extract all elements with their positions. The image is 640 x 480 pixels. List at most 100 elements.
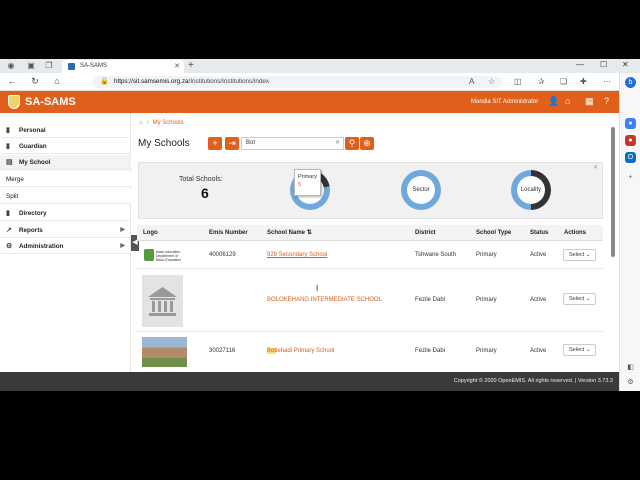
add-button[interactable]: + [208,137,222,150]
breadcrumb-home-icon[interactable]: ⌂ [139,120,143,126]
search-input[interactable]: Bot ✕ [241,137,344,150]
scrollbar-thumb[interactable] [611,127,615,257]
outlook-icon[interactable]: O [625,152,636,163]
school-type: Primary [476,252,497,258]
table-row: BOLOKEHANG INTERMEDIATE SCHOOL Fezile Da… [137,270,603,332]
user-icon[interactable]: 👤 [548,96,559,107]
emis-number: 30027116 [209,348,236,354]
add-sidebar-icon[interactable]: + [625,172,636,183]
tooltip-label: Primary [298,174,317,180]
nav-merge-label: Merge [6,176,24,183]
building-icon [148,287,177,316]
sector-donut-label: Sector [407,176,435,204]
user-name[interactable]: Mandla SIT Administrator [471,98,538,106]
search-button[interactable]: ⚲ [345,137,359,150]
more-menu-icon[interactable]: ⋯ [603,77,611,86]
sector-donut-chart[interactable]: Sector [401,170,441,210]
search-value: Bot [246,140,256,146]
home-icon[interactable]: ⌂ [51,76,63,86]
status: Active [530,252,547,258]
split-screen-icon[interactable]: ◫ [514,77,522,86]
apps-grid-icon[interactable]: ▦ [585,96,594,107]
mouse-cursor-icon: I [316,284,319,293]
col-school-name[interactable]: School Name ⇅ [267,225,312,241]
tooltip-value: 5 [298,182,302,188]
zoom-search-icon: ⊕ [363,138,371,148]
col-district[interactable]: District [415,225,436,241]
col-school-type[interactable]: School Type [476,225,511,241]
collections-icon[interactable]: ❏ [560,77,567,86]
copilot-icon[interactable]: b [625,77,636,88]
status: Active [530,297,547,303]
favorite-star-icon[interactable]: ☆ [488,77,495,86]
advanced-search-button[interactable]: ⊕ [360,137,374,150]
nav-guardian[interactable]: ▮ Guardian [0,139,131,154]
workspaces-icon[interactable]: ▣ [26,61,36,71]
chevron-right-icon: ▶ [120,227,125,233]
book-icon: ▮ [6,210,10,217]
school-placeholder-logo [142,275,183,327]
nav-directory[interactable]: ▮ Directory [0,206,131,221]
school-name-link[interactable]: Botlehadi Primary School [267,348,334,354]
new-tab-icon[interactable]: + [188,60,194,72]
maximize-icon[interactable]: ☐ [600,60,607,69]
main-content: ⌂ › My Schools My Schools + ⇥ Bot ✕ ⚲ ⊕ ✕ … [137,113,609,377]
page-scrollbar[interactable] [610,121,616,371]
school-name-link[interactable]: BOLOKEHANG INTERMEDIATE SCHOOL [267,297,382,303]
help-icon[interactable]: ? [604,96,609,107]
col-emis[interactable]: Emis Number [209,225,248,241]
col-school-name-label: School Name [267,230,306,236]
app-header: SA-SAMS Mandla SIT Administrator 👤 ⌂ ▦ ? [0,91,619,113]
total-schools-label: Total Schools: [179,176,223,183]
back-icon[interactable]: ← [6,76,18,86]
school-type: Primary [476,348,497,354]
home-nav-icon[interactable]: ⌂ [565,96,570,107]
school-name-link[interactable]: 929 Secondary School [267,252,327,258]
close-window-icon[interactable]: ✕ [622,60,629,69]
sort-icon: ⇅ [306,230,312,236]
select-action-dropdown[interactable]: Select ⌄ [563,249,596,261]
sidebar-toggle-icon[interactable]: ◧ [625,362,636,373]
tools-icon[interactable]: ● [625,135,636,146]
chevron-down-icon: ⌄ [585,252,591,258]
nav-personal[interactable]: ▮ Personal [0,123,131,138]
profile-icon[interactable]: ◉ [6,61,16,71]
school-type: Primary [476,297,497,303]
col-status[interactable]: Status [530,225,548,241]
page-title: My Schools [138,138,190,149]
favorites-icon[interactable]: ✰ [538,77,545,86]
nav-guardian-label: Guardian [19,143,47,150]
nav-administration[interactable]: ⚙ Administration ▶ [0,239,131,254]
settings-gear-icon[interactable]: ⚙ [625,377,636,388]
browser-tab[interactable]: SA-SAMS ✕ [62,60,184,73]
minimize-icon[interactable]: — [576,60,584,69]
url-host: https://sit.samsemis.org.za [114,78,189,85]
extensions-icon[interactable]: ✚ [580,77,587,86]
import-button[interactable]: ⇥ [225,137,239,150]
nav-split[interactable]: Split [0,189,131,204]
nav-merge[interactable]: Merge [0,172,131,187]
app-name: SA-SAMS [25,96,76,108]
breadcrumb-current[interactable]: My Schools [153,120,184,126]
chart-tooltip: Primary 5 [294,169,321,196]
search-sidebar-icon[interactable]: ● [625,118,636,129]
locality-donut-chart[interactable]: Locality [511,170,551,210]
search-highlight: Bot [267,348,277,354]
address-bar-row: ← ↻ ⌂ 🔒 https://sit.samsemis.org.za/Inst… [0,73,640,91]
nav-my-school[interactable]: ▤ My School [0,155,131,170]
school-name-rest: lehadi Primary School [276,348,335,354]
select-action-dropdown[interactable]: Select ⌄ [563,344,596,356]
close-stats-icon[interactable]: ✕ [593,164,598,171]
clear-search-icon[interactable]: ✕ [335,138,340,149]
col-logo: Logo [143,230,158,236]
nav-reports[interactable]: ↗ Reports ▶ [0,223,131,238]
nav-personal-label: Personal [19,127,46,134]
tab-actions-icon[interactable]: ❐ [44,61,54,71]
read-aloud-icon[interactable]: A [469,77,474,86]
import-icon: ⇥ [228,138,236,148]
edge-sidebar: b ● ● O + ◧ ⚙ [619,73,640,391]
address-input[interactable]: 🔒 https://sit.samsemis.org.za/Institutio… [92,76,502,88]
close-tab-icon[interactable]: ✕ [174,60,180,73]
select-action-dropdown[interactable]: Select ⌄ [563,293,596,305]
refresh-icon[interactable]: ↻ [29,76,41,87]
